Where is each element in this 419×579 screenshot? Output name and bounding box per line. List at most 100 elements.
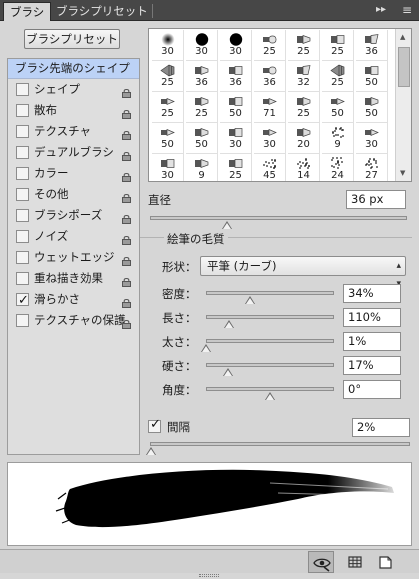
brush-tip-cell[interactable]: 20 [288,123,320,154]
tab-brush[interactable]: ブラシ [3,2,52,21]
brush-tip-cell[interactable]: 30 [254,123,286,154]
sidebar-item-checkbox[interactable] [16,251,29,264]
scrollbar-thumb[interactable] [398,47,410,87]
sidebar-item-checkbox[interactable] [16,290,29,311]
sidebar-item-checkbox[interactable] [16,314,29,327]
brush-tip-cell[interactable]: 50 [356,61,388,92]
brush-tip-cell[interactable]: 30 [220,30,252,61]
sidebar-item[interactable]: 重ね描き効果 [8,268,139,289]
bristle-preview-toggle-button[interactable] [308,551,334,573]
brush-tip-cell[interactable]: 25 [322,61,354,92]
bristle-param-slider-knob[interactable] [244,296,255,304]
diameter-slider-track[interactable] [150,216,407,220]
sidebar-item-checkbox[interactable] [16,272,29,285]
brush-tip-cell[interactable]: 30 [152,30,184,61]
spacing-slider-track[interactable] [150,442,410,446]
sidebar-item[interactable]: ウェットエッジ [8,247,139,268]
lock-icon[interactable] [122,294,131,308]
brush-tip-cell[interactable]: 45 [254,154,286,181]
bristle-param-slider-track[interactable] [206,339,334,343]
lock-icon[interactable] [122,315,131,329]
bristle-param-slider-track[interactable] [206,291,334,295]
lock-icon[interactable] [122,273,131,287]
brush-tip-cell[interactable]: 32 [288,61,320,92]
sidebar-item-checkbox[interactable] [16,188,29,201]
sidebar-item[interactable]: カラー [8,163,139,184]
collapse-panel-icon[interactable]: ▸▸ [376,3,386,17]
lock-icon[interactable] [122,252,131,266]
brush-tip-cell[interactable]: 25 [288,92,320,123]
brush-tip-cell[interactable]: 50 [220,92,252,123]
bristle-param-input[interactable]: 0° [343,380,401,399]
sidebar-item[interactable]: その他 [8,184,139,205]
brush-tip-cell[interactable]: 71 [254,92,286,123]
sidebar-item-checkbox[interactable] [16,146,29,159]
bristle-param-slider-knob[interactable] [201,344,211,352]
brush-tip-cell[interactable]: 9 [186,154,218,181]
brush-tip-cell[interactable]: 36 [356,30,388,61]
bristle-param-slider-knob[interactable] [265,392,275,400]
brush-presets-button[interactable]: ブラシプリセット [24,29,120,49]
panel-resize-grip[interactable] [199,574,219,577]
lock-icon[interactable] [122,210,131,224]
brush-tip-cell[interactable]: 36 [254,61,286,92]
lock-icon[interactable] [122,105,131,119]
brush-tip-cell[interactable]: 25 [322,30,354,61]
brush-tip-cell[interactable]: 36 [220,61,252,92]
sidebar-item[interactable]: 散布 [8,100,139,121]
sidebar-item[interactable]: ブラシポーズ [8,205,139,226]
brush-tip-cell[interactable]: 50 [152,123,184,154]
spacing-slider-knob[interactable] [146,447,156,455]
lock-icon[interactable] [122,168,131,182]
lock-icon[interactable] [122,147,131,161]
sidebar-item-checkbox[interactable] [16,230,29,243]
sidebar-item[interactable]: テクスチャの保護 [8,310,139,331]
brush-tip-cell[interactable]: 25 [288,30,320,61]
bristle-param-slider-track[interactable] [206,363,334,367]
brush-tip-cell[interactable]: 36 [186,61,218,92]
spacing-checkbox[interactable] [148,417,161,433]
scroll-down-icon[interactable]: ▼ [400,169,405,177]
brush-tip-cell[interactable]: 25 [152,61,184,92]
sidebar-item-checkbox[interactable] [16,209,29,222]
bristle-param-slider-track[interactable] [206,315,334,319]
tab-brush-presets[interactable]: ブラシプリセット [50,2,154,21]
sidebar-item-brush-tip-shape[interactable]: ブラシ先端のシェイプ [8,59,139,79]
lock-icon[interactable] [122,231,131,245]
sidebar-item[interactable]: 滑らかさ [8,289,139,311]
brush-tip-cell[interactable]: 30 [356,123,388,154]
sidebar-item[interactable]: デュアルブラシ [8,142,139,163]
scroll-up-icon[interactable]: ▲ [400,33,405,41]
shape-select[interactable]: 平筆 (カーブ) ▴▾ [200,256,406,289]
lock-icon[interactable] [122,84,131,98]
bristle-param-input[interactable]: 17% [343,356,401,375]
bristle-param-slider-knob[interactable] [224,320,235,328]
diameter-input[interactable]: 36 px [346,190,406,209]
brush-tip-cell[interactable]: 27 [356,154,388,181]
create-new-brush-button[interactable] [372,551,398,573]
brush-tip-cell[interactable]: 30 [152,154,184,181]
brush-tip-cell[interactable]: 50 [356,92,388,123]
sidebar-item[interactable]: シェイプ [8,79,139,100]
sidebar-item-checkbox[interactable] [16,83,29,96]
brush-tip-cell[interactable]: 50 [186,123,218,154]
sidebar-item-checkbox[interactable] [16,167,29,180]
brush-tip-cell[interactable]: 14 [288,154,320,181]
lock-icon[interactable] [122,189,131,203]
sidebar-item[interactable]: ノイズ [8,226,139,247]
brush-tip-cell[interactable]: 25 [220,154,252,181]
bristle-param-slider-knob[interactable] [222,368,233,376]
bristle-param-input[interactable]: 34% [343,284,401,303]
brush-tip-cell[interactable]: 9 [322,123,354,154]
spacing-input[interactable]: 2% [352,418,410,437]
bristle-param-input[interactable]: 110% [343,308,401,327]
brush-tip-cell[interactable]: 30 [220,123,252,154]
brush-tip-cell[interactable]: 25 [152,92,184,123]
brush-tip-cell[interactable]: 24 [322,154,354,181]
brush-tip-cell[interactable]: 25 [254,30,286,61]
lock-icon[interactable] [122,126,131,140]
brush-grid-scrollbar[interactable]: ▲ ▼ [395,29,411,181]
brush-tip-cell[interactable]: 50 [322,92,354,123]
brush-tip-cell[interactable]: 30 [186,30,218,61]
sidebar-item-checkbox[interactable] [16,104,29,117]
